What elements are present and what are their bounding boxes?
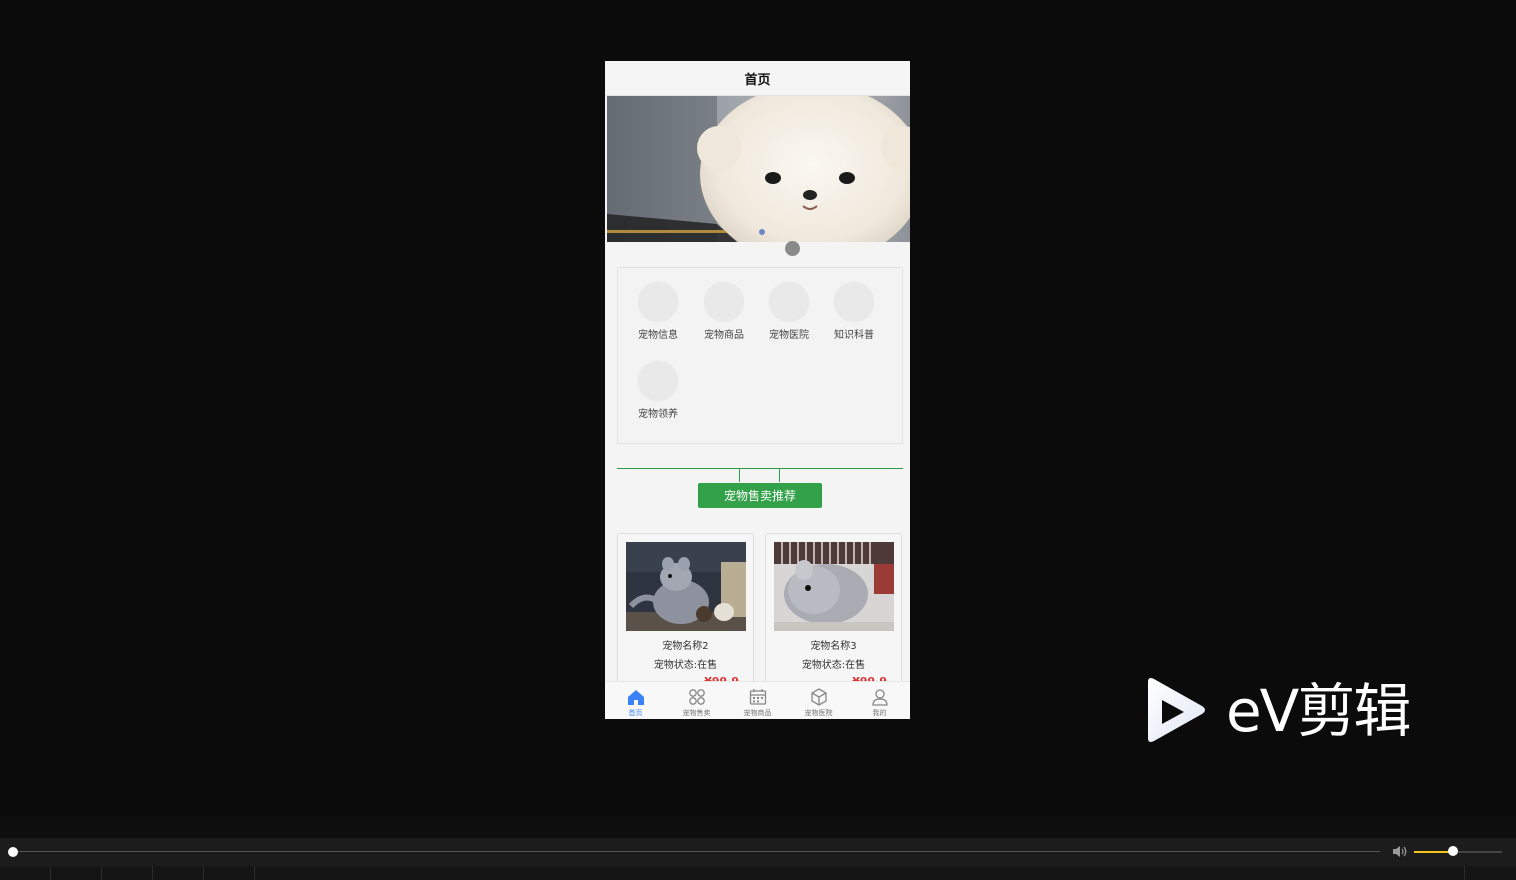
bottom-tab-bar: 首页 宠物售卖 宠物商品 宠物医院 我的	[605, 681, 910, 719]
control-bar	[0, 838, 1516, 866]
tab-label: 宠物医院	[804, 709, 833, 717]
toolbar-strip	[0, 866, 1516, 880]
banner-dog-image	[607, 96, 910, 242]
tab-label: 宠物商品	[743, 709, 772, 717]
menu-label: 宠物商品	[704, 330, 744, 341]
section-title-pet-sale[interactable]: 宠物售卖推荐	[698, 483, 822, 508]
menu-label: 知识科普	[834, 330, 874, 341]
pet-hospital-icon	[769, 282, 809, 322]
menu-item-pet-hospital[interactable]: 宠物医院	[759, 282, 819, 341]
category-menu: 宠物信息 宠物商品 宠物医院 知识科普 宠物领养	[617, 267, 903, 444]
tab-pet-sale[interactable]: 宠物售卖	[666, 682, 727, 719]
toolbar-divider	[254, 866, 255, 880]
menu-label: 宠物医院	[769, 330, 809, 341]
pet-goods-icon	[704, 282, 744, 322]
pet-card[interactable]: 宠物名称2 宠物状态:在售 ¥99.9	[617, 533, 754, 693]
carousel-indicator[interactable]	[759, 229, 765, 235]
section-tick-right	[779, 468, 780, 482]
tab-pet-goods[interactable]: 宠物商品	[727, 682, 788, 719]
seek-bar[interactable]	[12, 851, 1380, 852]
page-title: 首页	[605, 61, 910, 96]
scroll-indicator	[785, 241, 800, 256]
menu-item-pet-goods[interactable]: 宠物商品	[694, 282, 754, 341]
menu-item-adoption[interactable]: 宠物领养	[628, 361, 688, 420]
pet-status: 宠物状态:在售	[801, 660, 866, 671]
pet-card[interactable]: 宠物名称3 宠物状态:在售 ¥99.9	[765, 533, 902, 693]
volume-icon[interactable]	[1392, 845, 1408, 858]
tab-pet-hospital[interactable]: 宠物医院	[788, 682, 849, 719]
menu-label: 宠物领养	[638, 409, 678, 420]
knowledge-icon	[834, 282, 874, 322]
section-tick-left	[739, 468, 740, 482]
pet-photo	[626, 542, 746, 631]
toolbar-divider	[203, 866, 204, 880]
banner-carousel[interactable]	[607, 96, 910, 242]
pet-photo	[774, 542, 894, 631]
watermark-text: eV剪辑	[1226, 677, 1411, 745]
tab-label: 我的	[872, 709, 887, 717]
volume-handle[interactable]	[1448, 846, 1458, 856]
seek-handle[interactable]	[8, 847, 18, 857]
section-divider	[617, 468, 903, 469]
adoption-icon	[638, 361, 678, 401]
toolbar-divider	[50, 866, 51, 880]
menu-label: 宠物信息	[638, 330, 678, 341]
menu-item-pet-info[interactable]: 宠物信息	[628, 282, 688, 341]
home-icon	[627, 690, 644, 705]
grid-icon	[688, 689, 705, 705]
calendar-icon	[749, 689, 766, 705]
player-controls	[0, 816, 1516, 880]
tab-label: 宠物售卖	[682, 709, 711, 717]
tab-home[interactable]: 首页	[605, 682, 666, 719]
pet-status: 宠物状态:在售	[653, 660, 718, 671]
video-stage: 首页 宠物信息 宠物商品 宠物医院 知识科普 宠物领养 宠物售卖推荐 宠物名称2…	[0, 0, 1516, 816]
pet-info-icon	[638, 282, 678, 322]
box-icon	[810, 688, 827, 706]
pet-name: 宠物名称3	[810, 641, 857, 652]
tab-label: 首页	[628, 709, 643, 717]
tab-mine[interactable]: 我的	[849, 682, 910, 719]
toolbar-divider	[1464, 866, 1465, 880]
menu-item-knowledge[interactable]: 知识科普	[824, 282, 884, 341]
user-icon	[871, 689, 888, 706]
toolbar-divider	[152, 866, 153, 880]
ev-play-logo-icon	[1148, 678, 1205, 742]
ev-watermark: eV剪辑	[1140, 672, 1440, 752]
phone-screen: 首页 宠物信息 宠物商品 宠物医院 知识科普 宠物领养 宠物售卖推荐 宠物名称2…	[605, 61, 910, 719]
toolbar-divider	[101, 866, 102, 880]
pet-name: 宠物名称2	[662, 641, 709, 652]
